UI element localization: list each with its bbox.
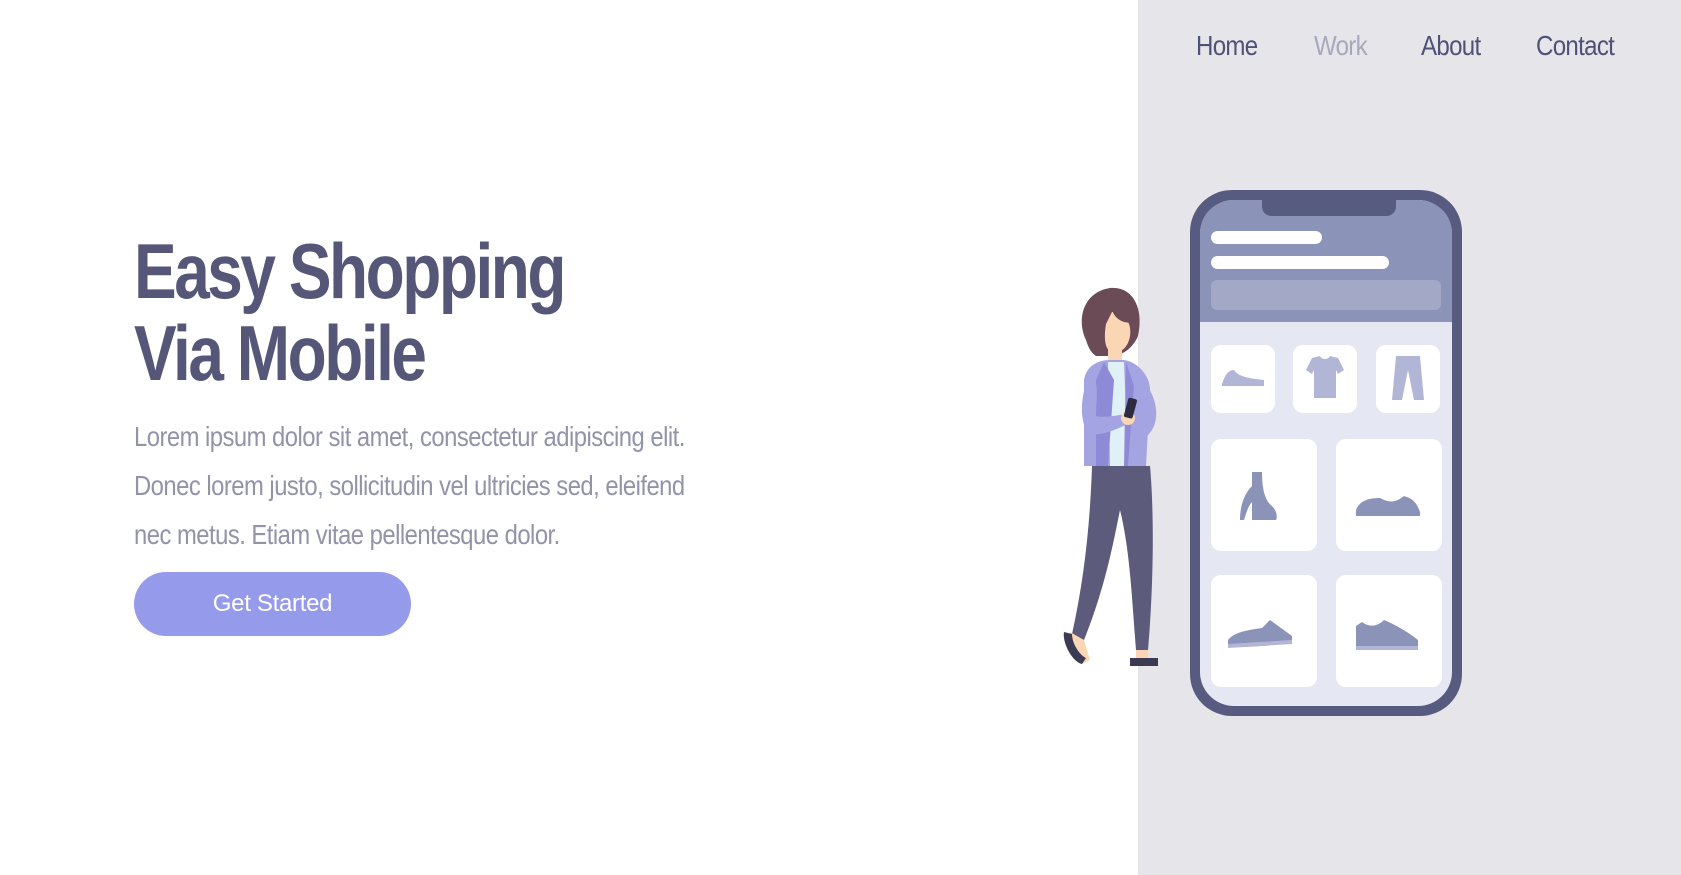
nav-about[interactable]: About [1421,24,1481,68]
woman-figure [1063,287,1158,666]
category-tile-flat-shoe [1211,345,1275,413]
shopping-illustration [1063,190,1462,716]
main-nav: Home Work About Contact [1196,24,1627,68]
get-started-button[interactable]: Get Started [134,572,411,636]
nav-contact[interactable]: Contact [1536,24,1615,68]
landing-page: Home Work About Contact Easy Shopping Vi… [0,0,1681,875]
product-card-sneaker [1336,439,1442,551]
hero-title-line1: Easy Shopping [134,227,566,315]
product-card-boot [1211,439,1317,551]
nav-home[interactable]: Home [1196,24,1258,68]
product-card-sneaker-2 [1211,575,1317,687]
category-tile-pants [1376,345,1440,413]
hero-title: Easy Shopping Via Mobile [134,227,566,397]
nav-work[interactable]: Work [1314,24,1368,68]
product-card-sneaker-3 [1336,575,1442,687]
phone-mockup [1190,190,1462,716]
hero-description: Lorem ipsum dolor sit amet, consectetur … [134,421,685,550]
category-tile-tshirt [1293,345,1357,413]
hero-title-line2: Via Mobile [134,309,427,397]
